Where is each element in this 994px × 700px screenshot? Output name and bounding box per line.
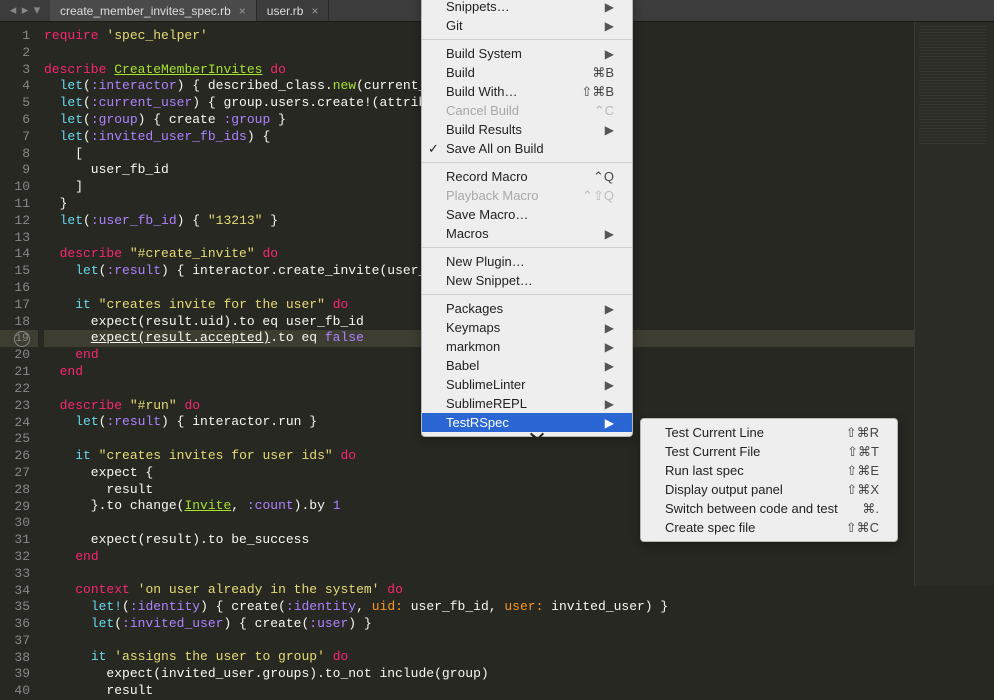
menu-item[interactable]: Keymaps▶ [422,318,632,337]
chevron-left-icon[interactable]: ◂ [8,6,18,16]
menu-tools: Snippets…▶Git▶Build System▶Build⌘BBuild … [421,0,633,437]
menu-item[interactable]: Babel▶ [422,356,632,375]
close-icon[interactable]: × [311,4,318,18]
tab-label: create_member_invites_spec.rb [60,4,231,18]
menu-item[interactable]: TestRSpec▶ [422,413,632,432]
chevron-right-icon[interactable]: ▸ [20,6,30,16]
menu-item[interactable]: SublimeREPL▶ [422,394,632,413]
gutter: 1234567891011121314151617181920212223242… [0,22,38,586]
tab-active[interactable]: create_member_invites_spec.rb × [50,0,257,21]
menu-item[interactable]: New Snippet… [422,271,632,290]
menu-item[interactable]: Build⌘B [422,63,632,82]
tab-label: user.rb [267,4,304,18]
menu-item: Playback Macro⌃⇧Q [422,186,632,205]
menu-item[interactable]: Build System▶ [422,44,632,63]
tab-controls: ◂ ▸ ▾ [0,0,50,21]
menu-item[interactable]: markmon▶ [422,337,632,356]
menu-item[interactable]: Build With…⇧⌘B [422,82,632,101]
menu-item[interactable]: Packages▶ [422,299,632,318]
menu-item[interactable]: Snippets…▶ [422,0,632,16]
menu-item[interactable]: ✓Save All on Build [422,139,632,158]
menu-item[interactable]: Test Current Line⇧⌘R [641,423,897,442]
menu-item[interactable]: Create spec file⇧⌘C [641,518,897,537]
menu-item[interactable]: Display output panel⇧⌘X [641,480,897,499]
menu-testrspec: Test Current Line⇧⌘RTest Current File⇧⌘T… [640,418,898,542]
menu-item: Cancel Build⌃C [422,101,632,120]
menu-item[interactable]: Macros▶ [422,224,632,243]
menu-item[interactable]: Record Macro⌃Q [422,167,632,186]
chevron-down-icon[interactable]: ▾ [32,6,42,16]
menu-item[interactable]: Test Current File⇧⌘T [641,442,897,461]
menu-item[interactable]: Save Macro… [422,205,632,224]
menu-item[interactable]: Switch between code and test⌘. [641,499,897,518]
menu-item[interactable]: New Plugin… [422,252,632,271]
close-icon[interactable]: × [239,4,246,18]
menu-item[interactable]: Run last spec⇧⌘E [641,461,897,480]
menu-item[interactable]: Build Results▶ [422,120,632,139]
tab-other[interactable]: user.rb × [257,0,330,21]
menu-item[interactable]: SublimeLinter▶ [422,375,632,394]
menu-item[interactable]: Git▶ [422,16,632,35]
minimap[interactable] [914,22,994,586]
